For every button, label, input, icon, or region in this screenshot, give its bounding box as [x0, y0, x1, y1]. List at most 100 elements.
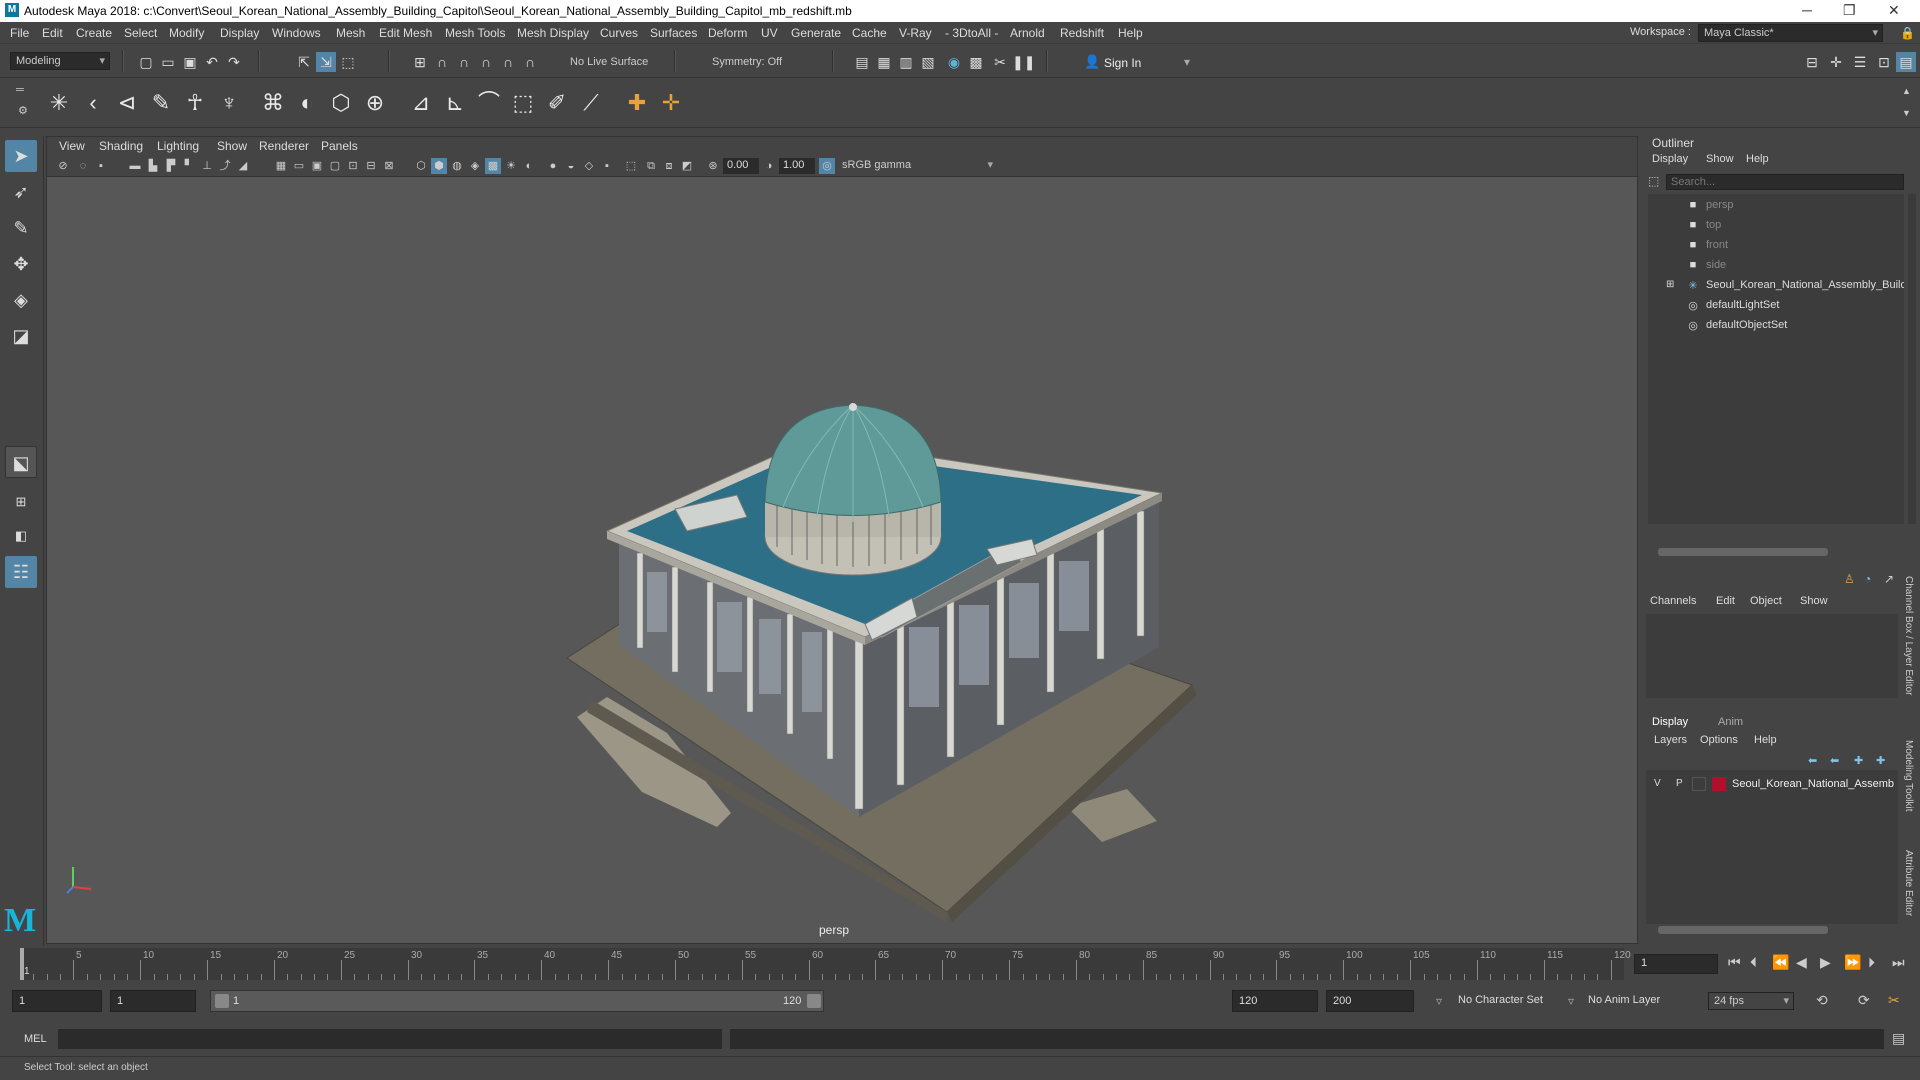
- xray-icon[interactable]: ▪: [599, 158, 615, 174]
- channels-menu-show[interactable]: Show: [1800, 595, 1828, 607]
- cube-icon[interactable]: ⬡: [326, 88, 356, 118]
- step-back-frame-icon[interactable]: ⏪: [1772, 954, 1789, 971]
- render-frame-icon[interactable]: ▤: [852, 52, 872, 72]
- layer-horizontal-scrollbar[interactable]: [1658, 926, 1828, 934]
- select-camera-icon[interactable]: ⊘: [55, 158, 71, 174]
- viewport-menu-panels[interactable]: Panels: [321, 139, 358, 153]
- layer-empty-toggle[interactable]: [1692, 777, 1706, 791]
- menu-uv[interactable]: UV: [761, 26, 778, 40]
- snap-pivot-icon[interactable]: ✛: [656, 88, 686, 118]
- sphere-icon[interactable]: ◐: [292, 88, 322, 118]
- tool-settings-icon[interactable]: ⊡: [1874, 52, 1894, 72]
- menu-file[interactable]: File: [10, 26, 29, 40]
- gate-icon[interactable]: ◢: [235, 158, 251, 174]
- sign-in-button[interactable]: Sign In: [1104, 56, 1141, 70]
- textured-icon[interactable]: ◈: [467, 158, 483, 174]
- animation-preferences-icon[interactable]: ✂: [1888, 992, 1900, 1009]
- channels-menu-channels[interactable]: Channels: [1650, 595, 1696, 607]
- minimize-button[interactable]: ─: [1802, 2, 1812, 18]
- symmetry-field[interactable]: Symmetry: Off: [712, 56, 782, 68]
- render-settings-icon[interactable]: ▧: [918, 52, 938, 72]
- time-slider-track[interactable]: 5 10 15 20 25 30 35 40 45 50 55 60 65 70 75 80 85 90 95 100…: [20, 948, 1631, 980]
- menu-mesh-display[interactable]: Mesh Display: [517, 26, 589, 40]
- safe-action-icon[interactable]: ⊟: [363, 158, 379, 174]
- loop-icon[interactable]: ⟲: [1816, 992, 1828, 1009]
- animation-start-field[interactable]: 1: [12, 990, 102, 1012]
- live-surface-field[interactable]: No Live Surface: [570, 56, 648, 68]
- snap-grid-icon[interactable]: ⊞: [410, 52, 430, 72]
- menu-cache[interactable]: Cache: [852, 26, 887, 40]
- pencil-curve-icon[interactable]: ✎: [146, 88, 176, 118]
- connect-icon[interactable]: ⟋: [576, 88, 606, 118]
- viewport-menu-renderer[interactable]: Renderer: [259, 139, 309, 153]
- channels-menu-edit[interactable]: Edit: [1716, 595, 1735, 607]
- skeleton-icon[interactable]: ☥: [180, 88, 210, 118]
- bookmark-icon[interactable]: ▪: [93, 158, 109, 174]
- shelf-settings-icon[interactable]: ⚙: [18, 104, 28, 117]
- viewport-menu-show[interactable]: Show: [217, 139, 247, 153]
- exposure-field[interactable]: 0.00: [723, 158, 759, 174]
- wireframe-icon[interactable]: ⬡: [413, 158, 429, 174]
- color-space-dropdown[interactable]: sRGB gamma: [837, 157, 997, 175]
- isolate-select-icon[interactable]: ⬚: [623, 158, 639, 174]
- animation-end-field[interactable]: 200: [1326, 990, 1414, 1012]
- menu-mesh-tools[interactable]: Mesh Tools: [445, 26, 505, 40]
- layer-playback-toggle[interactable]: P: [1676, 778, 1683, 789]
- select-component-icon[interactable]: ⬚: [338, 52, 358, 72]
- layer-menu-options[interactable]: Options: [1700, 734, 1738, 746]
- use-all-lights-icon[interactable]: ▩: [485, 158, 501, 174]
- outliner-menu-display[interactable]: Display: [1652, 153, 1688, 165]
- menu-select[interactable]: Select: [124, 26, 157, 40]
- viewport-menu-shading[interactable]: Shading: [99, 139, 143, 153]
- snap-view-icon[interactable]: ∩: [476, 52, 496, 72]
- outliner-item-default-object-set[interactable]: ◎ defaultObjectSet: [1648, 316, 1904, 336]
- pivot-icon[interactable]: ⊕: [360, 88, 390, 118]
- outliner-item-side[interactable]: ■ side: [1648, 256, 1904, 276]
- layer-color-swatch[interactable]: [1712, 777, 1726, 791]
- move-layer-down-icon[interactable]: ⬅: [1830, 754, 1839, 767]
- new-layer-selected-icon[interactable]: ✚: [1876, 754, 1885, 767]
- outliner-filter-icon[interactable]: ⬚: [1648, 174, 1659, 188]
- wireframe-on-shaded-icon[interactable]: ◍: [449, 158, 465, 174]
- menu-edit[interactable]: Edit: [42, 26, 63, 40]
- save-scene-icon[interactable]: ▣: [180, 52, 200, 72]
- attribute-editor-icon[interactable]: ☰: [1850, 52, 1870, 72]
- playback-end-field[interactable]: 120: [1232, 990, 1318, 1012]
- close-button[interactable]: ✕: [1888, 2, 1900, 19]
- outliner-menu-help[interactable]: Help: [1746, 153, 1769, 165]
- open-scene-icon[interactable]: ▭: [158, 52, 178, 72]
- character-controls-icon[interactable]: ✛: [1826, 52, 1846, 72]
- depth-of-field-icon[interactable]: ◇: [581, 158, 597, 174]
- color-management-icon[interactable]: ◎: [819, 158, 835, 174]
- channel-box-icon[interactable]: ▤: [1896, 52, 1916, 72]
- expand-icon[interactable]: ⊞: [1666, 279, 1674, 290]
- step-back-key-icon[interactable]: ⏴: [1750, 954, 1757, 971]
- layer-row[interactable]: V P Seoul_Korean_National_Assemb: [1646, 774, 1898, 794]
- pause-icon[interactable]: ❚❚: [1012, 52, 1035, 72]
- sign-in-dropdown-icon[interactable]: ▾: [1184, 55, 1190, 69]
- transparency-icon[interactable]: ◩: [679, 158, 695, 174]
- outliner-menu-show[interactable]: Show: [1706, 153, 1734, 165]
- viewport-menu-view[interactable]: View: [59, 139, 85, 153]
- extrude-icon[interactable]: ⊾: [440, 88, 470, 118]
- resolution-gate-icon[interactable]: ▣: [309, 158, 325, 174]
- film-gate-icon[interactable]: ▭: [291, 158, 307, 174]
- script-editor-icon[interactable]: ▤: [1892, 1030, 1905, 1047]
- curve-cv-icon[interactable]: ✳: [44, 88, 74, 118]
- move-pivot-icon[interactable]: ✚: [622, 88, 652, 118]
- ambient-occlusion-icon[interactable]: ◐: [521, 158, 537, 174]
- outliner-item-top[interactable]: ■ top: [1648, 216, 1904, 236]
- outliner-item-front[interactable]: ■ front: [1648, 236, 1904, 256]
- character-set-field[interactable]: No Character Set: [1458, 994, 1543, 1006]
- anim-layer-dropdown-icon[interactable]: ▿: [1568, 994, 1574, 1008]
- menu-curves[interactable]: Curves: [600, 26, 638, 40]
- shelf-scroll-up-icon[interactable]: ▲: [1902, 86, 1911, 96]
- exposure-icon[interactable]: ⊛: [705, 158, 721, 174]
- outliner-item-persp[interactable]: ■ persp: [1648, 196, 1904, 216]
- go-to-start-icon[interactable]: ⏮: [1728, 954, 1741, 971]
- menu-vray[interactable]: V-Ray: [899, 26, 932, 40]
- motion-blur-icon[interactable]: ●: [545, 158, 561, 174]
- bridge-icon[interactable]: ⌒: [474, 88, 504, 118]
- redo-icon[interactable]: ↷: [224, 52, 244, 72]
- menu-help[interactable]: Help: [1118, 26, 1143, 40]
